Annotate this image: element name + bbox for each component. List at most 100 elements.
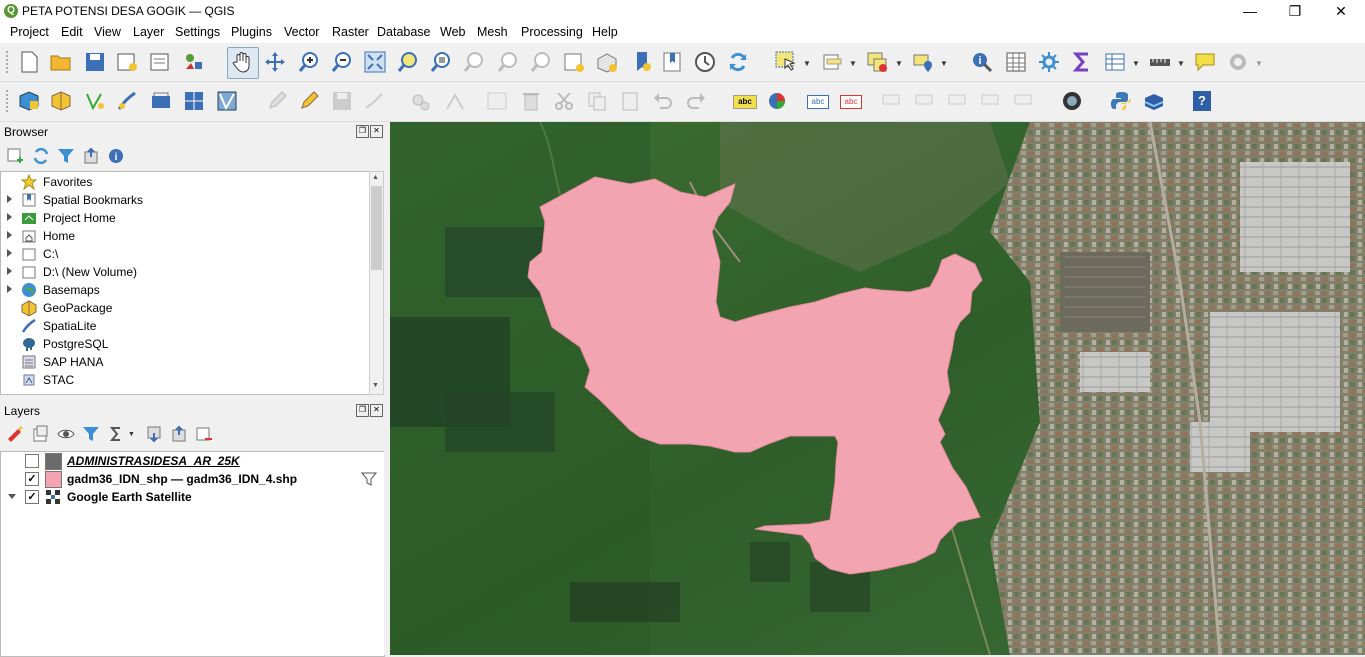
collapse-all-icon[interactable] (170, 425, 188, 443)
layout-manager-icon[interactable] (149, 51, 171, 73)
new-bookmark-icon[interactable] (631, 51, 653, 73)
layer-item[interactable]: ✓ gadm36_IDN_shp — gadm36_IDN_4.shp (1, 470, 381, 488)
map-canvas[interactable] (390, 122, 1365, 655)
menu-raster[interactable]: Raster (332, 25, 369, 39)
dropdown-arrow-icon[interactable]: ▼ (940, 59, 948, 68)
layer-labeling-icon[interactable]: abc (807, 95, 829, 109)
dropdown-arrow-icon[interactable]: ▼ (128, 431, 135, 438)
close-button[interactable]: ✕ (1318, 0, 1364, 22)
style-manager-icon[interactable] (183, 51, 205, 73)
tree-item[interactable]: Home (1, 227, 361, 245)
scroll-up-icon[interactable]: ▲ (372, 174, 379, 181)
tree-item[interactable]: STAC (1, 371, 361, 389)
identify-icon[interactable]: i (971, 51, 993, 73)
zoom-out-icon[interactable] (331, 51, 353, 73)
expand-arrow-icon[interactable] (7, 267, 12, 275)
measure-line-icon[interactable] (1149, 51, 1171, 73)
scroll-down-icon[interactable]: ▼ (372, 382, 379, 389)
tree-item[interactable]: SAP HANA (1, 353, 361, 371)
open-field-calculator-icon[interactable] (1104, 51, 1126, 73)
minimize-button[interactable]: — (1227, 0, 1273, 22)
new-shapefile-layer-icon[interactable] (84, 90, 106, 112)
float-panel-icon[interactable]: ❐ (356, 404, 369, 417)
save-project-icon[interactable] (84, 51, 106, 73)
select-location-icon[interactable] (912, 51, 934, 73)
layer-symbol[interactable] (45, 453, 62, 470)
menu-database[interactable]: Database (377, 25, 431, 39)
zoom-full-icon[interactable] (364, 51, 386, 73)
filter-icon[interactable] (57, 147, 75, 165)
tree-item[interactable]: Basemaps (1, 281, 361, 299)
dropdown-arrow-icon[interactable]: ▼ (1132, 59, 1140, 68)
menu-edit[interactable]: Edit (61, 25, 83, 39)
browser-scrollbar[interactable]: ▲ ▼ (369, 171, 384, 395)
layer-symbol[interactable] (45, 471, 62, 488)
new-mesh-layer-icon[interactable] (216, 90, 238, 112)
filter-legend-icon[interactable] (82, 425, 100, 443)
close-panel-icon[interactable]: ✕ (370, 125, 383, 138)
layer-styling-icon[interactable] (6, 425, 24, 443)
menu-view[interactable]: View (94, 25, 121, 39)
new-map-view-icon[interactable] (563, 51, 585, 73)
dropdown-arrow-icon[interactable]: ▼ (895, 59, 903, 68)
collapse-arrow-icon[interactable] (8, 494, 16, 499)
zoom-to-layer-icon[interactable] (430, 51, 452, 73)
menu-vector[interactable]: Vector (284, 25, 319, 39)
maximize-button[interactable]: ❐ (1272, 0, 1318, 22)
python-console-icon[interactable] (1110, 90, 1132, 112)
pan-icon[interactable] (231, 51, 253, 73)
open-project-icon[interactable] (50, 51, 72, 73)
new-temporary-layer-icon[interactable] (183, 90, 205, 112)
tree-item[interactable]: D:\ (New Volume) (1, 263, 361, 281)
collapse-all-icon[interactable] (82, 147, 100, 165)
diagram-icon[interactable] (766, 90, 788, 112)
temporal-controller-icon[interactable] (694, 51, 716, 73)
tree-item[interactable]: C:\ (1, 245, 361, 263)
info-icon[interactable]: i (107, 147, 125, 165)
dropdown-arrow-icon[interactable]: ▼ (803, 59, 811, 68)
filter-icon[interactable] (361, 471, 377, 487)
menu-settings[interactable]: Settings (175, 25, 220, 39)
new-geopackage-layer-icon[interactable] (50, 90, 72, 112)
expand-arrow-icon[interactable] (7, 285, 12, 293)
refresh-icon[interactable] (32, 147, 50, 165)
pan-to-selection-icon[interactable] (264, 51, 286, 73)
menu-help[interactable]: Help (592, 25, 618, 39)
expand-arrow-icon[interactable] (7, 195, 12, 203)
expand-arrow-icon[interactable] (7, 249, 12, 257)
layer-visibility-checkbox[interactable] (25, 454, 39, 468)
layer-visibility-checkbox[interactable]: ✓ (25, 472, 39, 486)
show-bookmarks-icon[interactable] (661, 51, 683, 73)
select-features-icon[interactable] (775, 51, 797, 73)
attribute-table-icon[interactable] (1005, 51, 1027, 73)
tree-item[interactable]: PostgreSQL (1, 335, 361, 353)
tree-item[interactable]: Project Home (1, 209, 361, 227)
add-selected-layers-icon[interactable] (6, 147, 24, 165)
dropdown-arrow-icon[interactable]: ▼ (849, 59, 857, 68)
dropdown-arrow-icon[interactable]: ▼ (1177, 59, 1185, 68)
scrollbar-thumb[interactable] (371, 186, 382, 270)
map-tips-icon[interactable] (1194, 51, 1216, 73)
expand-arrow-icon[interactable] (7, 231, 12, 239)
statistical-summary-icon[interactable] (1071, 51, 1093, 73)
processing-toolbox-icon[interactable] (1038, 51, 1060, 73)
menu-mesh[interactable]: Mesh (477, 25, 508, 39)
add-group-icon[interactable] (32, 425, 50, 443)
tree-item[interactable]: Favorites (1, 173, 361, 191)
menu-project[interactable]: Project (10, 25, 49, 39)
menu-web[interactable]: Web (440, 25, 465, 39)
manage-visibility-icon[interactable] (57, 425, 75, 443)
data-source-manager-icon[interactable] (18, 90, 40, 112)
new-spatialite-layer-icon[interactable] (116, 90, 138, 112)
menu-processing[interactable]: Processing (521, 25, 583, 39)
tree-item[interactable]: SpatiaLite (1, 317, 361, 335)
google-earth-plugin-icon[interactable] (1061, 90, 1083, 112)
help-icon[interactable]: ? (1193, 91, 1211, 111)
tree-item[interactable]: GeoPackage (1, 299, 361, 317)
layer-item[interactable]: ✓ Google Earth Satellite (1, 488, 381, 506)
menu-plugins[interactable]: Plugins (231, 25, 272, 39)
qgis-cloud-icon[interactable] (1143, 90, 1165, 112)
close-panel-icon[interactable]: ✕ (370, 404, 383, 417)
deselect-features-icon[interactable] (867, 51, 889, 73)
expand-arrow-icon[interactable] (7, 213, 12, 221)
